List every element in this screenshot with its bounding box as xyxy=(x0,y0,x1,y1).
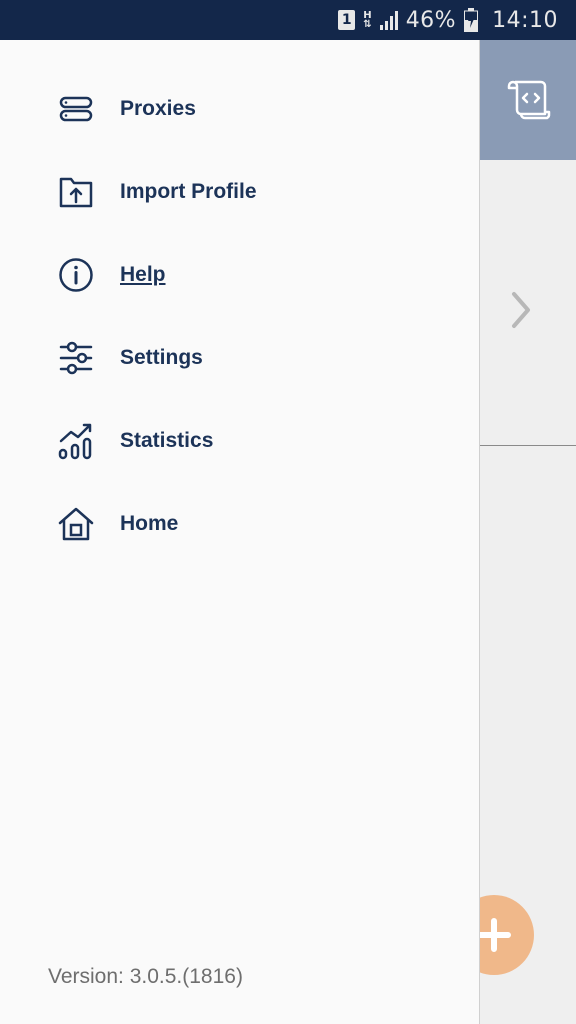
drawer-item-settings[interactable]: Settings xyxy=(0,316,480,399)
signal-icon xyxy=(379,10,398,30)
drawer-item-home[interactable]: Home xyxy=(0,482,480,565)
drawer-item-label: Help xyxy=(120,262,166,286)
info-icon xyxy=(56,255,96,295)
navigation-drawer: Proxies Import Profile Help Settings Sta… xyxy=(0,40,480,1024)
status-bar: 1 H ⇅ 46% 14:10 xyxy=(0,0,576,40)
drawer-menu: Proxies Import Profile Help Settings Sta… xyxy=(0,67,480,565)
drawer-item-help[interactable]: Help xyxy=(0,233,480,316)
app-screen: 1 H ⇅ 46% 14:10 Proxies Import Profile H… xyxy=(0,0,576,1024)
home-icon xyxy=(56,504,96,544)
network-type-icon: H ⇅ xyxy=(363,11,372,30)
drawer-item-label: Statistics xyxy=(120,428,214,452)
folder-upload-icon xyxy=(56,172,96,212)
plus-icon xyxy=(477,918,511,952)
sliders-icon xyxy=(56,338,96,378)
chart-trend-icon xyxy=(56,421,96,461)
drawer-item-import-profile[interactable]: Import Profile xyxy=(0,150,480,233)
divider xyxy=(480,445,576,446)
chevron-right-icon[interactable] xyxy=(510,290,532,330)
clock: 14:10 xyxy=(492,7,558,33)
drawer-item-label: Import Profile xyxy=(120,179,257,203)
battery-charging-icon xyxy=(464,8,479,32)
drawer-item-label: Proxies xyxy=(120,96,196,120)
sim-icon: 1 xyxy=(338,10,356,30)
main-content xyxy=(454,40,576,1024)
battery-percent: 46% xyxy=(405,7,457,33)
drawer-item-label: Home xyxy=(120,511,179,535)
script-code-icon[interactable] xyxy=(505,78,551,122)
drawer-item-statistics[interactable]: Statistics xyxy=(0,399,480,482)
drawer-item-label: Settings xyxy=(120,345,203,369)
main-header xyxy=(480,40,576,160)
drawer-item-proxies[interactable]: Proxies xyxy=(0,67,480,150)
server-stack-icon xyxy=(56,89,96,129)
data-arrows-icon: ⇅ xyxy=(363,19,372,30)
version-label: Version: 3.0.5.(1816) xyxy=(48,965,243,988)
